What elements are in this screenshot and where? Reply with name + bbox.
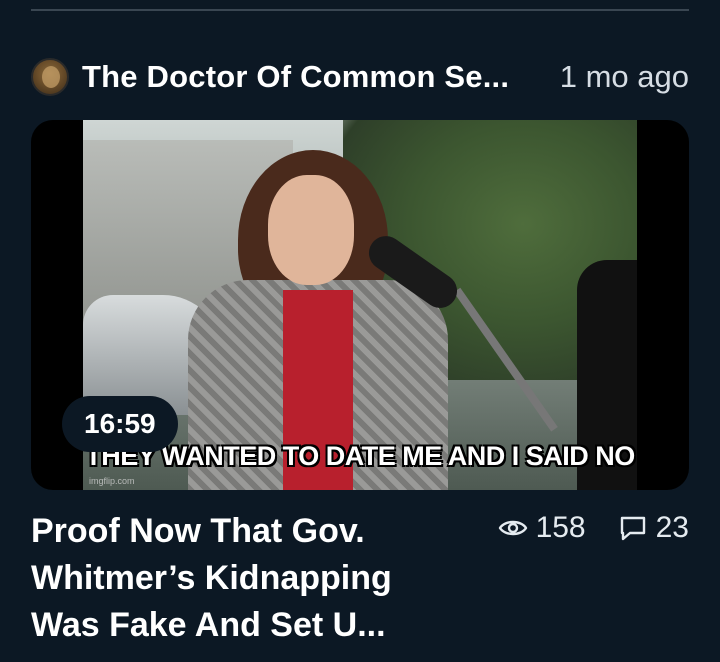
comments-stat[interactable]: 23 <box>618 511 689 545</box>
views-count: 158 <box>535 511 586 544</box>
video-thumbnail[interactable]: THEY WANTED TO DATE ME AND I SAID NO img… <box>31 120 689 490</box>
post-timestamp: 1 mo ago <box>559 59 689 94</box>
comment-icon <box>620 516 645 541</box>
comments-count: 23 <box>655 511 689 544</box>
thumbnail-watermark: imgflip.com <box>89 476 135 486</box>
author-avatar[interactable] <box>31 58 69 96</box>
post-header: The Doctor Of Common Se... 1 mo ago <box>31 57 689 97</box>
eye-icon <box>498 520 527 536</box>
post-stats: 158 23 <box>498 510 689 546</box>
top-divider <box>31 9 689 11</box>
video-duration-badge: 16:59 <box>62 396 178 452</box>
views-stat: 158 <box>498 511 586 545</box>
post-title[interactable]: Proof Now That Gov. Whitmer’s Kidnapping… <box>31 508 461 649</box>
speaker-figure <box>188 150 448 490</box>
author-name[interactable]: The Doctor Of Common Se... <box>82 59 509 95</box>
